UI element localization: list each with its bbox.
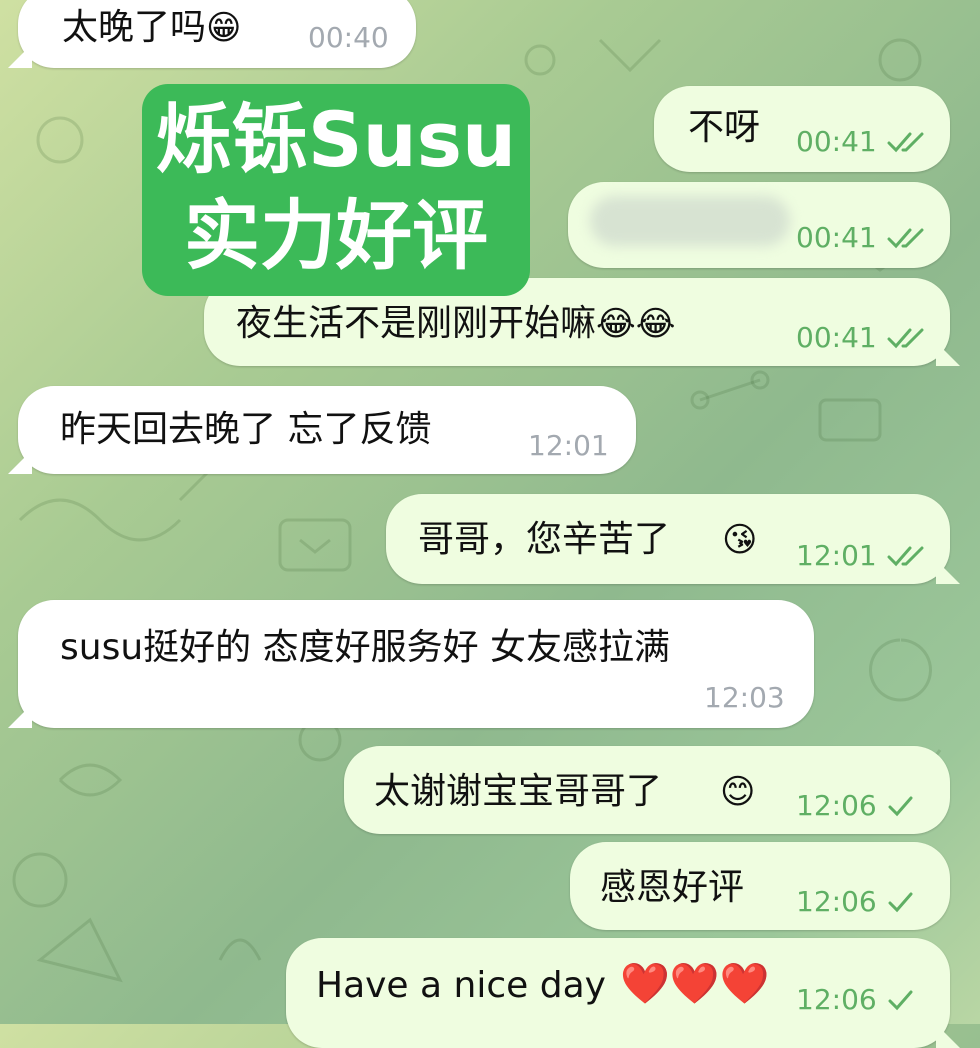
message-bubble-outgoing[interactable]: Have a nice day ❤️❤️❤️ 12:06 bbox=[286, 938, 960, 1048]
emoji: 😊 bbox=[720, 772, 756, 812]
message-time: 12:01 bbox=[528, 429, 609, 462]
bubble-tail bbox=[936, 1024, 960, 1048]
stamp-line-1: 烁铄Susu bbox=[155, 95, 517, 184]
chat-message-list[interactable]: 太晚了吗 😁 00:40 不呀 00:41 00:41 夜生活不是刚刚开始嘛 😂… bbox=[0, 0, 980, 1048]
heart-emoji: ❤️❤️❤️ bbox=[620, 961, 770, 1007]
double-check-icon bbox=[887, 545, 927, 567]
emoji: 😂😂 bbox=[596, 304, 676, 344]
review-stamp: 烁铄Susu 实力好评 bbox=[142, 84, 530, 296]
check-icon bbox=[887, 891, 913, 913]
check-icon bbox=[887, 989, 913, 1011]
message-bubble-outgoing[interactable]: 感恩好评 12:06 bbox=[570, 842, 950, 930]
emoji: 😘 bbox=[722, 520, 758, 560]
message-text: susu挺好的 态度好服务好 女友感拉满 bbox=[60, 627, 671, 668]
message-text: 哥哥，您辛苦了 bbox=[418, 519, 671, 560]
bubble-tail bbox=[936, 560, 960, 584]
message-time: 00:41 bbox=[796, 321, 877, 354]
message-bubble-outgoing[interactable]: 太谢谢宝宝哥哥了 😊 12:06 bbox=[344, 746, 950, 834]
message-bubble-outgoing[interactable]: 不呀 00:41 bbox=[654, 86, 950, 172]
message-time: 12:03 bbox=[704, 681, 785, 714]
message-time: 00:40 bbox=[308, 21, 389, 54]
message-text: 太晚了吗 bbox=[62, 7, 207, 48]
double-check-icon bbox=[887, 327, 927, 349]
message-bubble-incoming[interactable]: 昨天回去晚了 忘了反馈 12:01 bbox=[8, 386, 636, 474]
message-text: 昨天回去晚了 忘了反馈 bbox=[60, 409, 432, 450]
message-bubble-outgoing[interactable]: 哥哥，您辛苦了 😘 12:01 bbox=[386, 494, 960, 584]
message-time: 12:06 bbox=[796, 983, 877, 1016]
message-text: Have a nice day bbox=[316, 965, 606, 1006]
stamp-line-2: 实力好评 bbox=[184, 191, 488, 280]
message-time: 12:01 bbox=[796, 539, 877, 572]
message-time: 00:41 bbox=[796, 125, 877, 158]
redacted-blur bbox=[590, 196, 790, 246]
message-text: 夜生活不是刚刚开始嘛 bbox=[236, 303, 597, 344]
bubble-tail bbox=[8, 704, 32, 728]
emoji: 😁 bbox=[206, 8, 242, 48]
message-time: 12:06 bbox=[796, 885, 877, 918]
bubble-tail bbox=[8, 450, 32, 474]
message-bubble-incoming[interactable]: susu挺好的 态度好服务好 女友感拉满 12:03 bbox=[8, 600, 814, 728]
bubble-tail bbox=[8, 44, 32, 68]
message-text: 太谢谢宝宝哥哥了 bbox=[374, 771, 663, 812]
bubble-tail bbox=[936, 342, 960, 366]
message-text: 感恩好评 bbox=[600, 867, 745, 908]
double-check-icon bbox=[887, 131, 927, 153]
message-time: 12:06 bbox=[796, 789, 877, 822]
message-time: 00:41 bbox=[796, 221, 877, 254]
double-check-icon bbox=[887, 227, 927, 249]
message-text: 不呀 bbox=[688, 107, 761, 148]
check-icon bbox=[887, 795, 913, 817]
message-bubble-incoming[interactable]: 太晚了吗 😁 00:40 bbox=[8, 0, 416, 68]
